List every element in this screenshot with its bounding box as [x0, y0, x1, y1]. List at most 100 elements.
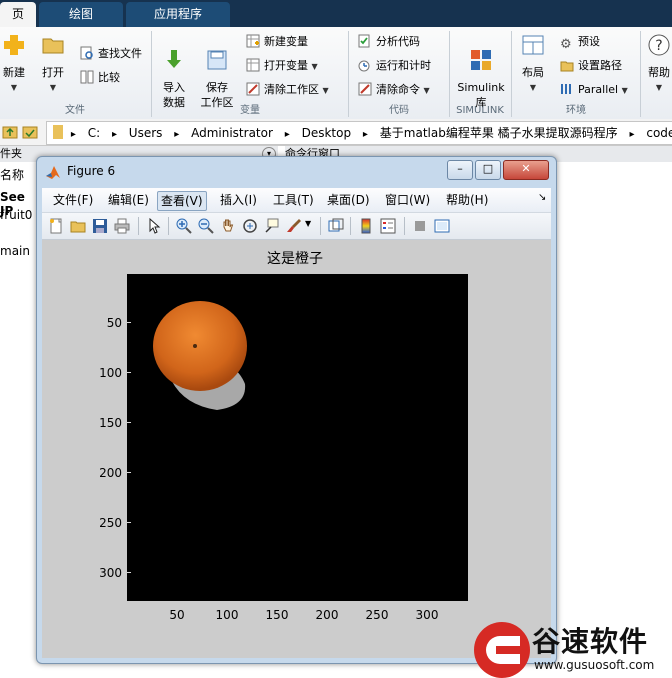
y-tick-mark [127, 372, 131, 373]
y-tick-mark [127, 472, 131, 473]
save-workspace-icon [207, 50, 227, 70]
chevron-down-icon[interactable]: ▼ [305, 219, 311, 228]
show-plot-tools-icon[interactable] [434, 218, 450, 234]
tab-plots[interactable]: 绘图 [39, 2, 123, 27]
maximize-button[interactable]: □ [475, 160, 501, 180]
matlab-logo-icon [46, 166, 60, 179]
breadcrumb-item[interactable]: C: [88, 126, 100, 140]
menu-tools[interactable]: 工具(T) [270, 191, 317, 209]
y-tick-label: 50 [106, 316, 122, 330]
new-button[interactable]: 新建 ▼ [0, 33, 28, 95]
file-label: main [0, 244, 30, 258]
list-item[interactable]: fruit0 [0, 208, 32, 222]
minimize-button[interactable]: – [447, 160, 473, 180]
chevron-right-icon: ▸ [70, 129, 76, 140]
menu-help[interactable]: 帮助(H) [443, 191, 491, 209]
pan-hand-icon[interactable] [220, 218, 236, 234]
hide-plot-tools-icon[interactable] [412, 218, 428, 234]
data-cursor-icon[interactable] [264, 218, 280, 234]
figure-window: Figure 6 – □ ✕ 文件(F) 编辑(E) 查看(V) 插入(I) 工… [36, 156, 557, 664]
chevron-right-icon: ▸ [362, 129, 368, 140]
colorbar-icon[interactable] [358, 218, 374, 234]
menu-edit[interactable]: 编辑(E) [105, 191, 152, 209]
help-button[interactable]: ? 帮助 ▼ [646, 33, 672, 95]
pointer-icon[interactable] [146, 218, 162, 234]
analyze-code-label: 分析代码 [376, 35, 420, 48]
close-button[interactable]: ✕ [503, 160, 549, 180]
save-icon[interactable] [92, 218, 108, 234]
compare-icon [80, 70, 94, 84]
x-tick-label: 150 [265, 608, 289, 622]
x-tick-label: 300 [415, 608, 439, 622]
chevron-down-icon: ▼ [10, 83, 18, 92]
x-tick-label: 50 [169, 608, 185, 622]
set-path-icon [560, 61, 574, 72]
toolbar-divider [138, 217, 139, 235]
browse-folder-icon[interactable] [22, 124, 38, 140]
clear-workspace-button[interactable]: 清除工作区 ▼ [246, 81, 329, 99]
preferences-button[interactable]: ⚙ 预设 [560, 33, 600, 52]
menu-desktop[interactable]: 桌面(D) [324, 191, 373, 209]
address-path[interactable]: ▸ C: ▸ Users ▸ Administrator ▸ Desktop ▸… [46, 121, 672, 145]
breadcrumb-item[interactable]: Desktop [302, 126, 352, 140]
image-axes[interactable] [127, 274, 468, 601]
chevron-down-icon: ▼ [621, 86, 628, 95]
clear-commands-button[interactable]: 清除命令 ▼ [358, 81, 430, 99]
parallel-icon [561, 84, 571, 94]
analyze-code-button[interactable]: 分析代码 [358, 33, 420, 51]
breadcrumb-item[interactable]: 基于matlab编程苹果 橘子水果提取源码程序 [380, 126, 618, 140]
environment-group-label: 环境 [566, 105, 586, 116]
run-and-time-label: 运行和计时 [376, 59, 431, 72]
file-label: fruit0 [0, 208, 33, 222]
menu-window[interactable]: 窗口(W) [382, 191, 433, 209]
menu-file[interactable]: 文件(F) [50, 191, 96, 209]
new-variable-button[interactable]: 新建变量 [246, 33, 308, 51]
brush-icon[interactable] [286, 218, 302, 234]
variable-group-label: 变量 [240, 105, 260, 116]
legend-icon[interactable] [380, 218, 396, 234]
parallel-button[interactable]: Parallel ▼ [560, 81, 628, 99]
open-button[interactable]: 打开 ▼ [38, 33, 68, 95]
toolbar-divider [320, 217, 321, 235]
analyze-code-icon [358, 34, 370, 48]
clear-workspace-icon [246, 82, 260, 96]
breadcrumb-item[interactable]: code [646, 126, 672, 140]
zoom-out-icon[interactable] [198, 218, 214, 234]
set-path-button[interactable]: 设置路径 [560, 57, 622, 75]
figure-title-bar[interactable]: Figure 6 – □ ✕ [37, 157, 556, 187]
find-files-icon [80, 46, 93, 60]
layout-button[interactable]: 布局 ▼ [516, 33, 550, 95]
print-icon[interactable] [114, 218, 130, 234]
open-variable-label: 打开变量 [264, 59, 308, 72]
run-and-time-button[interactable]: 运行和计时 [358, 57, 431, 75]
chevron-down-icon: ▼ [655, 83, 663, 92]
new-variable-label: 新建变量 [264, 35, 308, 48]
list-item[interactable]: main [0, 244, 30, 258]
new-icon [4, 35, 24, 55]
zoom-in-icon[interactable] [176, 218, 192, 234]
link-plot-icon[interactable] [328, 218, 344, 234]
up-folder-icon[interactable] [2, 124, 18, 140]
logo-bar [496, 646, 520, 654]
breadcrumb-item[interactable]: Administrator [191, 126, 273, 140]
clear-commands-icon [358, 82, 372, 96]
column-header-name[interactable]: 名称 [0, 166, 24, 183]
y-tick-mark [127, 322, 131, 323]
rotate-3d-icon[interactable] [242, 218, 258, 234]
open-variable-button[interactable]: 打开变量 ▼ [246, 57, 318, 75]
menu-expand-icon[interactable]: ↘ [538, 192, 546, 203]
minimize-icon: – [457, 162, 463, 175]
breadcrumb-item[interactable]: Users [129, 126, 163, 140]
menu-view[interactable]: 查看(V) [157, 191, 207, 211]
find-files-button[interactable]: 查找文件 [80, 45, 142, 63]
chevron-right-icon: ▸ [111, 129, 117, 140]
tab-apps[interactable]: 应用程序 [126, 2, 230, 27]
folder-icon [53, 125, 63, 139]
menu-insert[interactable]: 插入(I) [217, 191, 260, 209]
y-tick-label: 100 [99, 366, 122, 380]
y-tick-mark [127, 522, 131, 523]
open-file-icon[interactable] [70, 218, 86, 234]
tab-home[interactable]: 页 [0, 2, 36, 27]
new-figure-icon[interactable] [48, 218, 64, 234]
compare-button[interactable]: 比较 [80, 69, 120, 87]
